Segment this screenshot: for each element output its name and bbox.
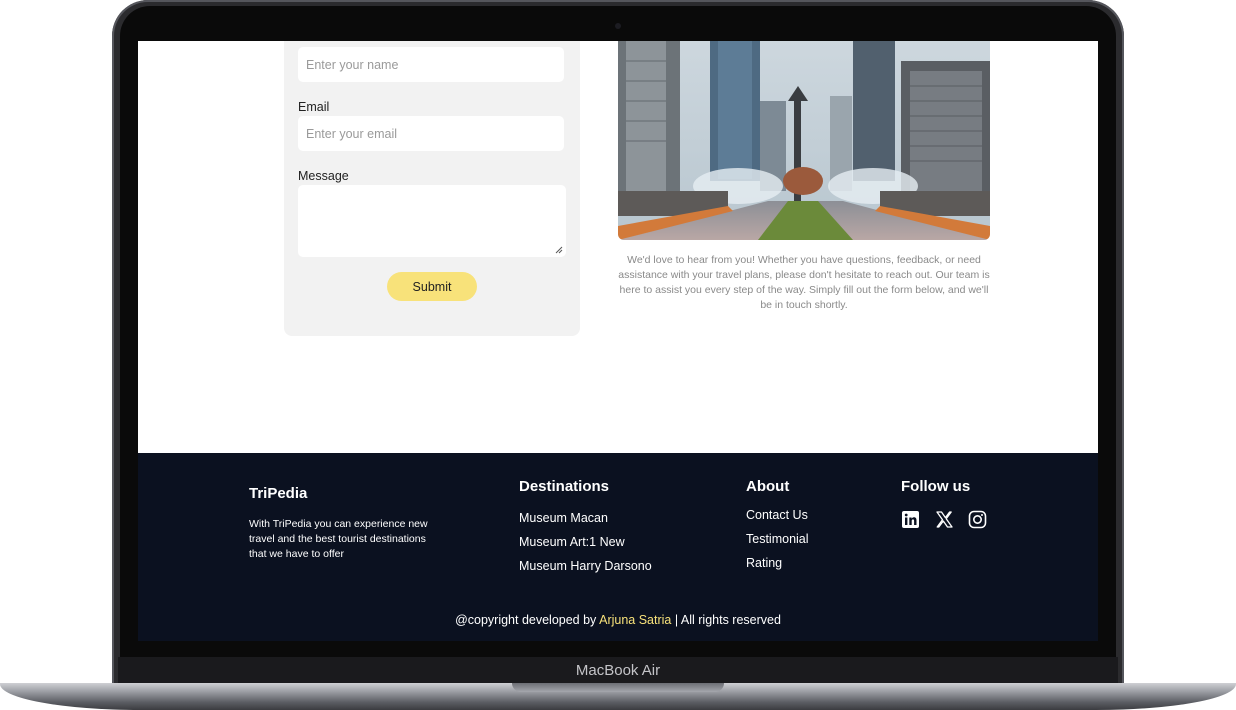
submit-button[interactable]: Submit [387, 272, 477, 301]
destination-link-museum-art1-new[interactable]: Museum Art:1 New [519, 535, 625, 549]
laptop-opening-notch [512, 683, 724, 692]
linkedin-icon[interactable] [901, 510, 920, 529]
footer-brand-description: With TriPedia you can experience new tra… [249, 518, 428, 560]
city-fountain-photo [618, 41, 990, 240]
footer-brand[interactable]: TriPedia [249, 485, 307, 502]
contact-form: Email Message Submit [284, 41, 580, 336]
about-link-testimonial[interactable]: Testimonial [746, 532, 809, 546]
follow-us-title: Follow us [901, 478, 971, 495]
copyright-prefix: @copyright developed by [455, 613, 597, 627]
email-input[interactable] [298, 116, 564, 151]
camera-icon [615, 23, 621, 29]
about-title: About [746, 478, 790, 495]
destination-link-museum-macan[interactable]: Museum Macan [519, 511, 608, 525]
browser-viewport: Email Message Submit [138, 41, 1098, 641]
about-link-contact-us[interactable]: Contact Us [746, 508, 808, 522]
resize-grip-icon[interactable] [555, 246, 563, 254]
site-footer: TriPedia With TriPedia you can experienc… [138, 453, 1098, 641]
about-link-rating[interactable]: Rating [746, 556, 782, 570]
copyright-suffix: | All rights reserved [674, 613, 781, 627]
copyright-line: @copyright developed by Arjuna Satria | … [138, 613, 1098, 627]
copyright-author-link[interactable]: Arjuna Satria [599, 613, 671, 627]
destinations-title: Destinations [519, 478, 610, 495]
name-input[interactable] [298, 47, 564, 82]
x-icon[interactable] [935, 510, 954, 529]
message-label: Message [298, 169, 349, 183]
device-label: MacBook Air [575, 662, 661, 679]
destination-link-museum-harry-darsono[interactable]: Museum Harry Darsono [519, 559, 652, 573]
email-label: Email [298, 100, 330, 114]
message-textarea[interactable] [298, 185, 566, 257]
contact-description: We'd love to hear from you! Whether you … [618, 254, 990, 311]
instagram-icon[interactable] [968, 510, 987, 529]
laptop-chin: MacBook Air [118, 657, 1118, 685]
